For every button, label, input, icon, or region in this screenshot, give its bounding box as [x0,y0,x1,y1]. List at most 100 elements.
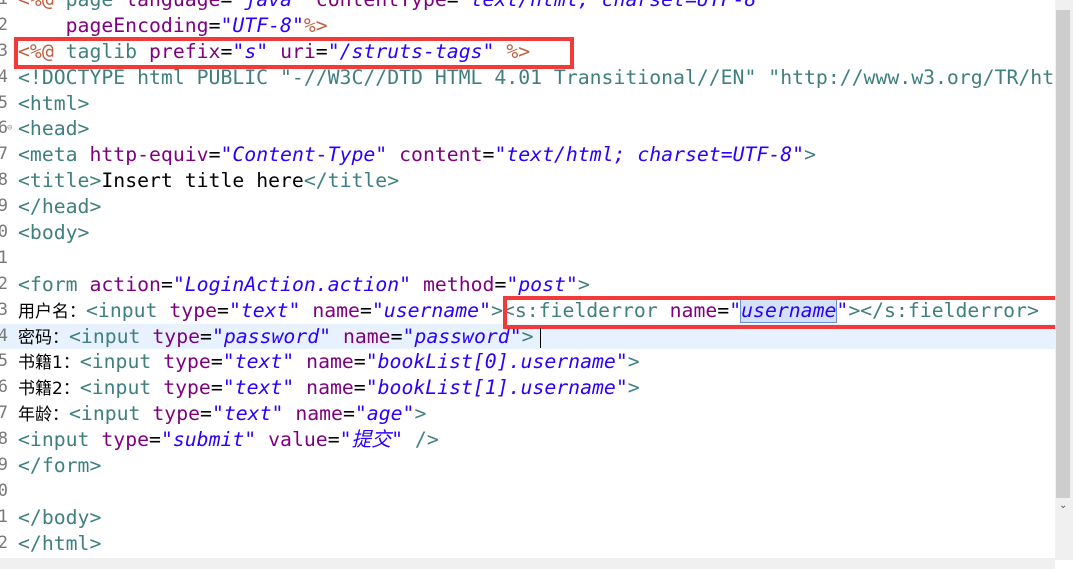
token-val: "text/html; charset=UTF-8" [459,0,769,11]
token-tag: <meta [18,143,90,167]
code-text: <input type="submit" value="提交" /> [18,427,439,453]
line-number: 16 [0,377,8,398]
token-val: "text" [211,402,284,426]
code-line[interactable]: 4 <!DOCTYPE html PUBLIC "-//W3C//DTD HTML… [0,65,1055,91]
code-line[interactable]: 13用户名：<input type="text" name="username"… [0,297,1055,326]
line-number: 10 [0,222,8,243]
code-editor[interactable]: 1<%@ page language="java" contentType="t… [0,0,1055,558]
token-jsp: %> [506,39,531,63]
token-text: = [315,39,328,63]
token-val: " [836,298,849,322]
token-val: "bookList[1].username" [365,376,628,400]
code-text: 年龄：<input type="text" name="age"> [18,401,426,429]
token-text: Insert title here [101,169,304,193]
token-attr: content [399,143,483,167]
token-tag: </html> [18,531,102,555]
code-line[interactable]: 2 pageEncoding="UTF-8"%> [0,13,1055,39]
fold-collapse-icon[interactable]: ⊖ [7,116,12,142]
token-text: = [482,143,495,167]
token-cjk: 年龄： [18,405,69,426]
code-line[interactable]: 6 ⊖ <head> [0,116,1055,142]
code-line[interactable]: 3 <%@ taglib prefix="s" uri="/struts-tags… [0,39,1055,65]
vertical-scrollbar[interactable]: ^ ⌄ [1055,0,1073,560]
token-tag: <input [69,324,153,348]
token-val: "submit" [160,428,257,452]
token-attr: type [152,402,201,426]
code-line[interactable]: 12<form action="LoginAction.action" meth… [0,272,1055,298]
token-tag: <input [69,402,153,426]
line-number: 13 [0,299,8,320]
code-line[interactable]: 10 <body> [0,220,1055,246]
code-line[interactable]: 17年龄：<input type="text" name="age"> [0,401,1055,427]
token-cjk: 用户名： [18,301,86,322]
line-number: 1 [0,0,8,13]
horizontal-scrollbar[interactable] [0,558,1055,569]
token-jsp: <%@ [18,39,66,63]
token-cjk: 书籍1： [18,353,80,374]
code-line[interactable]: 19 </form> [0,453,1055,479]
line-number: 15 [0,351,8,372]
token-jsp: %> [303,13,328,37]
token-tag: <input [18,428,102,452]
code-line[interactable]: 21 </body> [0,505,1055,531]
token-text: = [353,350,366,374]
token-jsp: <%@ [18,0,66,11]
code-text: <!DOCTYPE html PUBLIC "-//W3C//DTD HTML … [18,65,1055,91]
token-val: "Content-Type" [220,143,388,167]
token-tag: </title> [303,169,400,193]
token-val: "/struts-tags" [327,39,495,63]
token-attr: language [125,0,220,11]
code-text: <form action="LoginAction.action" method… [18,272,590,298]
token-attr: value [268,428,328,452]
line-number: 20 [0,480,8,501]
line-number: 2 [0,14,8,35]
token-attr: type [101,428,150,452]
code-line[interactable]: 20 [0,479,1055,505]
code-line[interactable]: 18 <input type="submit" value="提交" /> [0,427,1055,453]
code-line[interactable]: 11 [0,246,1055,272]
code-line[interactable]: 8 <title>Insert title here</title> [0,168,1055,194]
token-attr: name [295,402,343,426]
token-text: = [359,298,372,322]
token-tag: <input [79,350,164,374]
line-number: 19 [0,455,8,476]
code-line[interactable]: 15书籍1：<input type="text" name="bookList[… [0,349,1055,375]
token-tag: <body> [18,221,90,245]
code-line[interactable]: 1<%@ page language="java" contentType="t… [0,0,1055,13]
token-text: = [390,324,403,348]
token-attr: action [89,272,161,296]
chevron-up-icon[interactable]: ^ [1059,0,1067,7]
token-attr: uri [280,39,316,63]
code-line[interactable]: 16书籍2：<input type="text" name="bookList[… [0,375,1055,401]
code-text: <head> [18,116,89,142]
code-line[interactable]: 7 <meta http-equiv="Content-Type" content… [0,142,1055,168]
token-attr: contentType [316,0,447,11]
code-line[interactable]: 9 </head> [0,194,1055,220]
token-tag: taglib [65,39,150,63]
chevron-down-icon[interactable]: ⌄ [1059,500,1067,511]
token-tag: <input [79,376,164,400]
token-text: = [210,350,223,374]
token-tag: <s:fielderror [502,298,670,322]
vertical-scrollbar-thumb[interactable] [1056,10,1070,498]
line-number: 3 [0,40,8,61]
token-text: = [342,402,355,426]
token-val: "text/html; charset=UTF-8" [494,143,805,167]
line-number: 5 [0,92,8,113]
code-line[interactable]: 22 </html> [0,531,1055,557]
token-attr: prefix [149,39,221,63]
token-tag: <title> [18,169,102,193]
token-tag: > [627,376,640,400]
token-tag: <html> [18,91,90,115]
code-line[interactable]: 5 <html> [0,91,1055,117]
code-line[interactable]: 14密码：<input type="password" name="passwo… [0,323,1055,350]
code-text: <%@ taglib prefix="s" uri="/struts-tags"… [18,39,530,65]
code-text: 用户名：<input type="text" name="username"><… [18,297,1039,326]
line-number: 18 [0,429,8,450]
line-number: 14 [0,325,8,346]
